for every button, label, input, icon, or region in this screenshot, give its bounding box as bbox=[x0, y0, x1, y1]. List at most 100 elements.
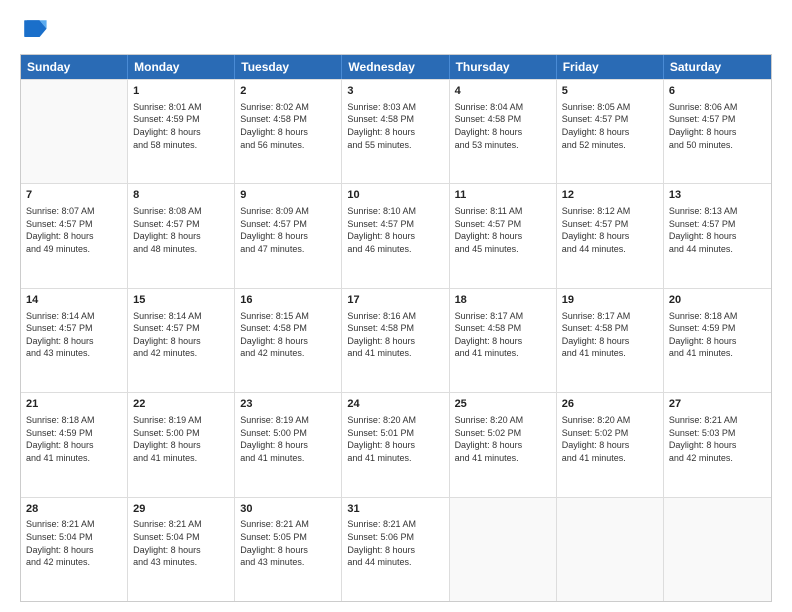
cell-date: 3 bbox=[347, 84, 443, 99]
cell-date: 13 bbox=[669, 188, 766, 203]
calendar-cell: 26 Sunrise: 8:20 AM Sunset: 5:02 PM Dayli… bbox=[557, 393, 664, 496]
cell-date: 22 bbox=[133, 397, 229, 412]
calendar: SundayMondayTuesdayWednesdayThursdayFrid… bbox=[20, 54, 772, 602]
cell-info: Sunrise: 8:15 AM Sunset: 4:58 PM Dayligh… bbox=[240, 310, 336, 360]
calendar-cell bbox=[664, 498, 771, 601]
cell-date: 29 bbox=[133, 502, 229, 517]
day-header-sunday: Sunday bbox=[21, 55, 128, 79]
calendar-cell: 17Sunrise: 8:16 AM Sunset: 4:58 PM Dayli… bbox=[342, 289, 449, 392]
calendar-cell bbox=[450, 498, 557, 601]
cell-date: 30 bbox=[240, 502, 336, 517]
calendar-cell: 15 Sunrise: 8:14 AM Sunset: 4:57 PM Dayli… bbox=[128, 289, 235, 392]
cell-info: Sunrise: 8:03 AM Sunset: 4:58 PM Dayligh… bbox=[347, 101, 443, 151]
cell-date: 25 bbox=[455, 397, 551, 412]
day-header-tuesday: Tuesday bbox=[235, 55, 342, 79]
cell-date: 17 bbox=[347, 293, 443, 308]
calendar-cell: 10 Sunrise: 8:10 AM Sunset: 4:57 PM Dayli… bbox=[342, 184, 449, 287]
cell-date: 20 bbox=[669, 293, 766, 308]
cell-date: 16 bbox=[240, 293, 336, 308]
calendar-week-5: 28Sunrise: 8:21 AM Sunset: 5:04 PM Dayli… bbox=[21, 497, 771, 601]
cell-info: Sunrise: 8:14 AM Sunset: 4:57 PM Dayligh… bbox=[133, 310, 229, 360]
cell-info: Sunrise: 8:17 AM Sunset: 4:58 PM Dayligh… bbox=[562, 310, 658, 360]
calendar-cell: 6Sunrise: 8:06 AM Sunset: 4:57 PM Daylig… bbox=[664, 80, 771, 183]
day-header-friday: Friday bbox=[557, 55, 664, 79]
day-header-wednesday: Wednesday bbox=[342, 55, 449, 79]
cell-info: Sunrise: 8:09 AM Sunset: 4:57 PM Dayligh… bbox=[240, 205, 336, 255]
calendar-cell bbox=[21, 80, 128, 183]
calendar-cell: 31Sunrise: 8:21 AM Sunset: 5:06 PM Dayli… bbox=[342, 498, 449, 601]
cell-info: Sunrise: 8:20 AM Sunset: 5:02 PM Dayligh… bbox=[455, 414, 551, 464]
cell-info: Sunrise: 8:04 AM Sunset: 4:58 PM Dayligh… bbox=[455, 101, 551, 151]
cell-info: Sunrise: 8:05 AM Sunset: 4:57 PM Dayligh… bbox=[562, 101, 658, 151]
day-header-saturday: Saturday bbox=[664, 55, 771, 79]
cell-info: Sunrise: 8:07 AM Sunset: 4:57 PM Dayligh… bbox=[26, 205, 122, 255]
calendar-week-2: 7 Sunrise: 8:07 AM Sunset: 4:57 PM Daylig… bbox=[21, 183, 771, 287]
calendar-cell: 25 Sunrise: 8:20 AM Sunset: 5:02 PM Dayli… bbox=[450, 393, 557, 496]
calendar-week-1: 1 Sunrise: 8:01 AM Sunset: 4:59 PM Daylig… bbox=[21, 79, 771, 183]
cell-date: 10 bbox=[347, 188, 443, 203]
calendar-cell: 14 Sunrise: 8:14 AM Sunset: 4:57 PM Dayli… bbox=[21, 289, 128, 392]
cell-date: 1 bbox=[133, 84, 229, 99]
cell-info: Sunrise: 8:21 AM Sunset: 5:06 PM Dayligh… bbox=[347, 518, 443, 568]
cell-info: Sunrise: 8:20 AM Sunset: 5:01 PM Dayligh… bbox=[347, 414, 443, 464]
cell-info: Sunrise: 8:11 AM Sunset: 4:57 PM Dayligh… bbox=[455, 205, 551, 255]
calendar-cell: 19 Sunrise: 8:17 AM Sunset: 4:58 PM Dayli… bbox=[557, 289, 664, 392]
page: SundayMondayTuesdayWednesdayThursdayFrid… bbox=[0, 0, 792, 612]
cell-info: Sunrise: 8:18 AM Sunset: 4:59 PM Dayligh… bbox=[669, 310, 766, 360]
header bbox=[20, 16, 772, 44]
calendar-cell: 3 Sunrise: 8:03 AM Sunset: 4:58 PM Daylig… bbox=[342, 80, 449, 183]
calendar-cell: 23 Sunrise: 8:19 AM Sunset: 5:00 PM Dayli… bbox=[235, 393, 342, 496]
cell-info: Sunrise: 8:17 AM Sunset: 4:58 PM Dayligh… bbox=[455, 310, 551, 360]
cell-date: 4 bbox=[455, 84, 551, 99]
cell-info: Sunrise: 8:02 AM Sunset: 4:58 PM Dayligh… bbox=[240, 101, 336, 151]
cell-info: Sunrise: 8:18 AM Sunset: 4:59 PM Dayligh… bbox=[26, 414, 122, 464]
calendar-cell: 1 Sunrise: 8:01 AM Sunset: 4:59 PM Daylig… bbox=[128, 80, 235, 183]
calendar-cell: 30Sunrise: 8:21 AM Sunset: 5:05 PM Dayli… bbox=[235, 498, 342, 601]
calendar-cell bbox=[557, 498, 664, 601]
calendar-week-4: 21 Sunrise: 8:18 AM Sunset: 4:59 PM Dayli… bbox=[21, 392, 771, 496]
cell-info: Sunrise: 8:01 AM Sunset: 4:59 PM Dayligh… bbox=[133, 101, 229, 151]
calendar-cell: 4 Sunrise: 8:04 AM Sunset: 4:58 PM Daylig… bbox=[450, 80, 557, 183]
cell-date: 27 bbox=[669, 397, 766, 412]
calendar-cell: 24 Sunrise: 8:20 AM Sunset: 5:01 PM Dayli… bbox=[342, 393, 449, 496]
cell-info: Sunrise: 8:10 AM Sunset: 4:57 PM Dayligh… bbox=[347, 205, 443, 255]
cell-date: 15 bbox=[133, 293, 229, 308]
calendar-cell: 5Sunrise: 8:05 AM Sunset: 4:57 PM Daylig… bbox=[557, 80, 664, 183]
calendar-cell: 18Sunrise: 8:17 AM Sunset: 4:58 PM Dayli… bbox=[450, 289, 557, 392]
cell-info: Sunrise: 8:19 AM Sunset: 5:00 PM Dayligh… bbox=[240, 414, 336, 464]
cell-date: 7 bbox=[26, 188, 122, 203]
cell-date: 28 bbox=[26, 502, 122, 517]
cell-date: 24 bbox=[347, 397, 443, 412]
cell-info: Sunrise: 8:21 AM Sunset: 5:03 PM Dayligh… bbox=[669, 414, 766, 464]
cell-info: Sunrise: 8:08 AM Sunset: 4:57 PM Dayligh… bbox=[133, 205, 229, 255]
cell-date: 19 bbox=[562, 293, 658, 308]
cell-date: 14 bbox=[26, 293, 122, 308]
cell-date: 9 bbox=[240, 188, 336, 203]
cell-date: 8 bbox=[133, 188, 229, 203]
cell-info: Sunrise: 8:21 AM Sunset: 5:04 PM Dayligh… bbox=[26, 518, 122, 568]
cell-info: Sunrise: 8:21 AM Sunset: 5:05 PM Dayligh… bbox=[240, 518, 336, 568]
cell-date: 26 bbox=[562, 397, 658, 412]
cell-date: 2 bbox=[240, 84, 336, 99]
cell-info: Sunrise: 8:12 AM Sunset: 4:57 PM Dayligh… bbox=[562, 205, 658, 255]
calendar-cell: 8 Sunrise: 8:08 AM Sunset: 4:57 PM Daylig… bbox=[128, 184, 235, 287]
calendar-cell: 9 Sunrise: 8:09 AM Sunset: 4:57 PM Daylig… bbox=[235, 184, 342, 287]
cell-date: 21 bbox=[26, 397, 122, 412]
calendar-cell: 20 Sunrise: 8:18 AM Sunset: 4:59 PM Dayli… bbox=[664, 289, 771, 392]
calendar-cell: 11Sunrise: 8:11 AM Sunset: 4:57 PM Dayli… bbox=[450, 184, 557, 287]
cell-info: Sunrise: 8:06 AM Sunset: 4:57 PM Dayligh… bbox=[669, 101, 766, 151]
cell-info: Sunrise: 8:20 AM Sunset: 5:02 PM Dayligh… bbox=[562, 414, 658, 464]
cell-info: Sunrise: 8:14 AM Sunset: 4:57 PM Dayligh… bbox=[26, 310, 122, 360]
cell-info: Sunrise: 8:13 AM Sunset: 4:57 PM Dayligh… bbox=[669, 205, 766, 255]
cell-info: Sunrise: 8:19 AM Sunset: 5:00 PM Dayligh… bbox=[133, 414, 229, 464]
calendar-week-3: 14 Sunrise: 8:14 AM Sunset: 4:57 PM Dayli… bbox=[21, 288, 771, 392]
calendar-cell: 12Sunrise: 8:12 AM Sunset: 4:57 PM Dayli… bbox=[557, 184, 664, 287]
cell-info: Sunrise: 8:21 AM Sunset: 5:04 PM Dayligh… bbox=[133, 518, 229, 568]
calendar-cell: 2 Sunrise: 8:02 AM Sunset: 4:58 PM Daylig… bbox=[235, 80, 342, 183]
calendar-cell: 27 Sunrise: 8:21 AM Sunset: 5:03 PM Dayli… bbox=[664, 393, 771, 496]
calendar-header-row: SundayMondayTuesdayWednesdayThursdayFrid… bbox=[21, 55, 771, 79]
cell-date: 23 bbox=[240, 397, 336, 412]
logo-icon bbox=[20, 16, 48, 44]
calendar-body: 1 Sunrise: 8:01 AM Sunset: 4:59 PM Daylig… bbox=[21, 79, 771, 601]
calendar-cell: 21 Sunrise: 8:18 AM Sunset: 4:59 PM Dayli… bbox=[21, 393, 128, 496]
